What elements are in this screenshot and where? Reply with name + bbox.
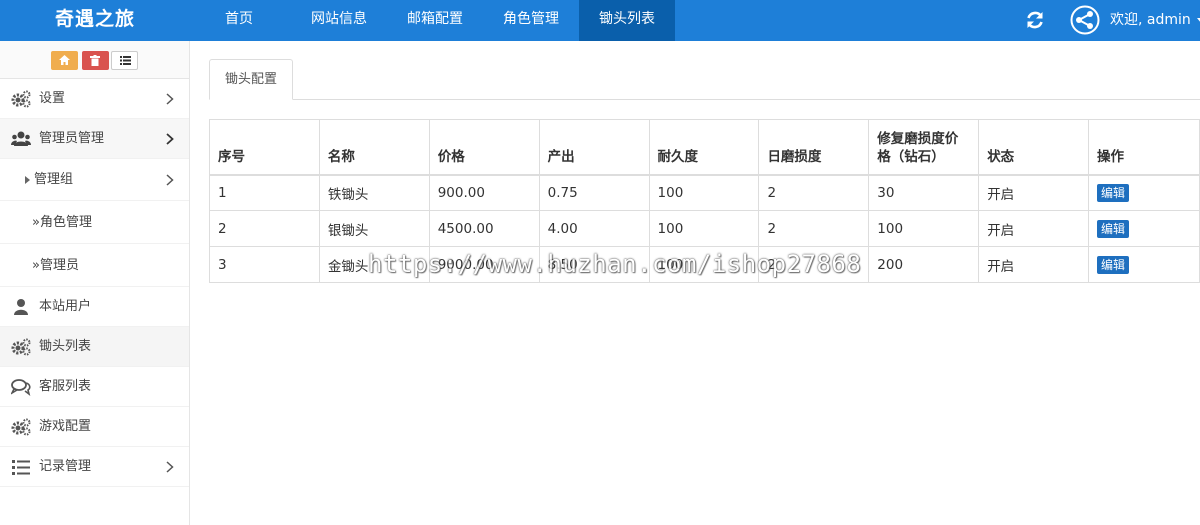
comments-icon <box>11 379 31 396</box>
column-header: 日磨损度 <box>758 119 870 176</box>
cell-repair-price: 100 <box>868 210 980 247</box>
table-row: 2 银锄头 4500.00 4.00 100 2 100 开启 编辑 <box>209 210 1200 247</box>
chevron-right-icon <box>166 133 174 145</box>
home-icon <box>59 55 70 65</box>
cell-output: 4.00 <box>538 210 650 247</box>
chevron-right-icon <box>166 93 174 105</box>
cell-output: 8.50 <box>538 246 650 283</box>
chevron-right-icon <box>166 461 174 473</box>
hoe-table: 序号 名称 价格 产出 耐久度 日磨损度 修复磨损度价格（钻石） 状态 操作 1… <box>209 119 1200 283</box>
column-header: 状态 <box>978 119 1090 176</box>
cell-price: 9000.00 <box>428 246 540 283</box>
tab-bar: 锄头配置 <box>209 59 1200 100</box>
list-icon <box>12 460 30 475</box>
column-header: 耐久度 <box>648 119 760 176</box>
sidebar-item-label: 客服列表 <box>39 379 92 394</box>
cell-daily-wear: 2 <box>758 246 870 283</box>
cell-daily-wear: 2 <box>758 174 870 211</box>
sidebar-item-role-manage[interactable]: »角色管理 <box>0 201 189 244</box>
column-header: 价格 <box>428 119 540 176</box>
table-row: 1 铁锄头 900.00 0.75 100 2 30 开启 编辑 <box>209 174 1200 211</box>
cell-durability: 100 <box>648 246 760 283</box>
cogs-icon <box>11 418 31 436</box>
nav-home[interactable]: 首页 <box>202 0 276 41</box>
cell-daily-wear: 2 <box>758 210 870 247</box>
cell-actions: 编辑 <box>1088 174 1200 211</box>
brand-title[interactable]: 奇遇之旅 <box>0 0 190 41</box>
caret-right-icon <box>25 176 30 184</box>
cell-id: 2 <box>209 210 320 247</box>
cell-name: 金锄头 <box>318 246 430 283</box>
cell-durability: 100 <box>648 210 760 247</box>
table-header-row: 序号 名称 价格 产出 耐久度 日磨损度 修复磨损度价格（钻石） 状态 操作 <box>209 119 1200 176</box>
chevron-right-icon <box>166 174 174 186</box>
edit-button[interactable]: 编辑 <box>1097 255 1130 274</box>
cell-actions: 编辑 <box>1088 246 1200 283</box>
cell-id: 1 <box>209 174 320 211</box>
top-navbar: 奇遇之旅 首页 网站信息 邮箱配置 角色管理 锄头列表 欢迎, admin <box>0 0 1200 41</box>
list-shortcut-button[interactable] <box>111 51 138 70</box>
column-header: 名称 <box>318 119 430 176</box>
sidebar-item-label: 锄头列表 <box>39 339 92 354</box>
cell-price: 4500.00 <box>428 210 540 247</box>
sidebar: 设置 管理员管理 管理组 »角色管理 »管理员 本站用户 锄头列表 客服列表 游… <box>0 41 190 525</box>
sidebar-item-admin-group[interactable]: 管理组 <box>0 159 189 201</box>
column-header: 产出 <box>538 119 650 176</box>
cell-output: 0.75 <box>538 174 650 211</box>
trash-shortcut-button[interactable] <box>82 51 109 70</box>
cell-status: 开启 <box>978 246 1090 283</box>
column-header: 序号 <box>209 119 320 176</box>
sidebar-item-service-list[interactable]: 客服列表 <box>0 367 189 407</box>
sidebar-item-site-users[interactable]: 本站用户 <box>0 287 189 327</box>
cell-id: 3 <box>209 246 320 283</box>
cell-actions: 编辑 <box>1088 210 1200 247</box>
nav-site-info[interactable]: 网站信息 <box>298 0 380 41</box>
cell-status: 开启 <box>978 210 1090 247</box>
sidebar-item-label: 本站用户 <box>39 299 92 314</box>
sidebar-item-admin-manage[interactable]: 管理员管理 <box>0 119 189 159</box>
cell-price: 900.00 <box>428 174 540 211</box>
sidebar-item-label: 设置 <box>39 91 66 106</box>
edit-button[interactable]: 编辑 <box>1097 219 1130 238</box>
tab-hoe-config[interactable]: 锄头配置 <box>209 59 293 100</box>
edit-button[interactable]: 编辑 <box>1097 183 1130 202</box>
share-icon[interactable] <box>1070 5 1100 35</box>
list-icon <box>120 56 131 65</box>
user-menu[interactable]: 欢迎, admin <box>1110 0 1200 41</box>
sidebar-item-label: »角色管理 <box>32 215 92 230</box>
cell-repair-price: 200 <box>868 246 980 283</box>
cell-name: 铁锄头 <box>318 174 430 211</box>
refresh-icon[interactable] <box>1024 9 1046 31</box>
users-icon <box>11 131 31 146</box>
column-header: 修复磨损度价格（钻石） <box>868 119 980 176</box>
home-shortcut-button[interactable] <box>51 51 78 70</box>
sidebar-item-admins[interactable]: »管理员 <box>0 244 189 287</box>
user-icon <box>14 299 28 315</box>
sidebar-item-label: 记录管理 <box>39 459 92 474</box>
sidebar-item-records[interactable]: 记录管理 <box>0 447 189 487</box>
trash-icon <box>90 55 100 66</box>
sidebar-item-label: 管理组 <box>34 172 74 187</box>
cell-status: 开启 <box>978 174 1090 211</box>
sidebar-item-game-config[interactable]: 游戏配置 <box>0 407 189 447</box>
nav-role-manage[interactable]: 角色管理 <box>486 0 576 41</box>
cogs-icon <box>11 338 31 356</box>
welcome-text: 欢迎, admin <box>1110 12 1191 28</box>
sidebar-item-settings[interactable]: 设置 <box>0 79 189 119</box>
cell-durability: 100 <box>648 174 760 211</box>
sidebar-item-label: »管理员 <box>32 258 79 273</box>
nav-mail-config[interactable]: 邮箱配置 <box>393 0 477 41</box>
cell-repair-price: 30 <box>868 174 980 211</box>
cogs-icon <box>11 90 31 108</box>
sidebar-item-label: 管理员管理 <box>39 131 105 146</box>
column-header: 操作 <box>1088 119 1200 176</box>
table-row: 3 金锄头 9000.00 8.50 100 2 200 开启 编辑 <box>209 246 1200 283</box>
nav-hoe-list[interactable]: 锄头列表 <box>579 0 675 41</box>
sidebar-item-label: 游戏配置 <box>39 419 92 434</box>
sidebar-shortcuts <box>0 41 189 79</box>
sidebar-item-hoe-list[interactable]: 锄头列表 <box>0 327 189 367</box>
cell-name: 银锄头 <box>318 210 430 247</box>
